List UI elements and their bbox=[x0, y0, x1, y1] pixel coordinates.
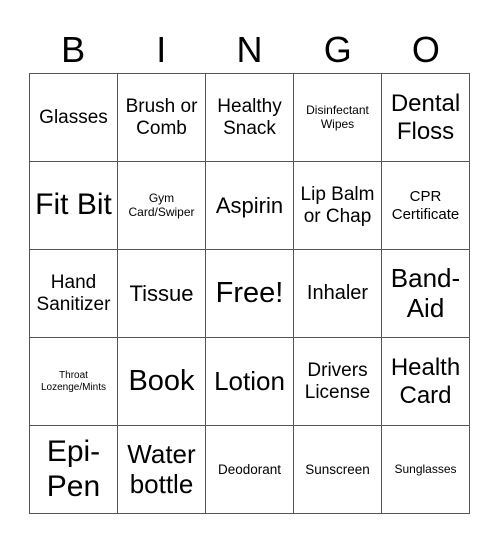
free-space[interactable]: Free! bbox=[206, 250, 294, 338]
bingo-cell[interactable]: Hand Sanitizer bbox=[30, 250, 118, 338]
bingo-cell[interactable]: Inhaler bbox=[294, 250, 382, 338]
bingo-cell[interactable]: Healthy Snack bbox=[206, 74, 294, 162]
header-letter-i: I bbox=[156, 29, 167, 70]
bingo-header: B I N G O bbox=[29, 28, 470, 72]
bingo-cell[interactable]: Sunglasses bbox=[382, 426, 470, 514]
header-letter-o: O bbox=[411, 29, 440, 70]
bingo-cell[interactable]: Book bbox=[118, 338, 206, 426]
bingo-cell[interactable]: Drivers License bbox=[294, 338, 382, 426]
bingo-cell[interactable]: Fit Bit bbox=[30, 162, 118, 250]
bingo-cell[interactable]: Brush or Comb bbox=[118, 74, 206, 162]
bingo-cell[interactable]: Throat Lozenge/Mints bbox=[30, 338, 118, 426]
bingo-cell[interactable]: Gym Card/Swiper bbox=[118, 162, 206, 250]
bingo-cell[interactable]: Tissue bbox=[118, 250, 206, 338]
header-letter-n: N bbox=[236, 29, 263, 70]
bingo-cell[interactable]: Lotion bbox=[206, 338, 294, 426]
bingo-cell[interactable]: Dental Floss bbox=[382, 74, 470, 162]
bingo-cell[interactable]: Lip Balm or Chap bbox=[294, 162, 382, 250]
bingo-cell[interactable]: Epi-Pen bbox=[30, 426, 118, 514]
bingo-cell[interactable]: Aspirin bbox=[206, 162, 294, 250]
bingo-cell[interactable]: Disinfectant Wipes bbox=[294, 74, 382, 162]
bingo-grid: Glasses Brush or Comb Healthy Snack Disi… bbox=[29, 73, 470, 514]
bingo-cell[interactable]: CPR Certificate bbox=[382, 162, 470, 250]
bingo-cell[interactable]: Health Card bbox=[382, 338, 470, 426]
bingo-cell[interactable]: Deodorant bbox=[206, 426, 294, 514]
bingo-cell[interactable]: Water bottle bbox=[118, 426, 206, 514]
bingo-cell[interactable]: Band-Aid bbox=[382, 250, 470, 338]
bingo-cell[interactable]: Glasses bbox=[30, 74, 118, 162]
bingo-cell[interactable]: Sunscreen bbox=[294, 426, 382, 514]
header-letter-g: G bbox=[323, 29, 352, 70]
header-letter-b: B bbox=[61, 29, 86, 70]
